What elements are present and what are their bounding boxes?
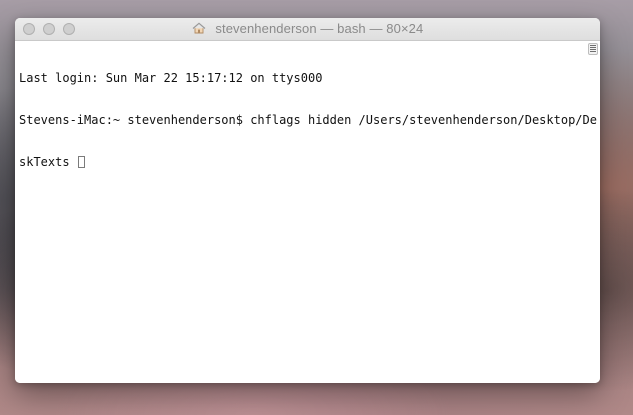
terminal-line: Stevens-iMac:~ stevenhenderson$ chflags … [19,113,597,127]
window-title-text: stevenhenderson — bash — 80×24 [215,21,424,36]
scrollbar-toggle-icon[interactable] [588,43,598,55]
window-titlebar[interactable]: stevenhenderson — bash — 80×24 [15,18,600,41]
terminal-content[interactable]: Last login: Sun Mar 22 15:17:12 on ttys0… [15,41,600,383]
window-title: stevenhenderson — bash — 80×24 [15,21,600,36]
terminal-line-with-cursor: skTexts [19,155,582,169]
text-cursor [77,156,85,168]
terminal-output[interactable]: Last login: Sun Mar 22 15:17:12 on ttys0… [19,43,597,197]
terminal-window: stevenhenderson — bash — 80×24 Last logi… [15,18,600,383]
terminal-line: skTexts [19,155,70,169]
terminal-line: Last login: Sun Mar 22 15:17:12 on ttys0… [19,71,323,85]
home-icon [192,22,206,34]
